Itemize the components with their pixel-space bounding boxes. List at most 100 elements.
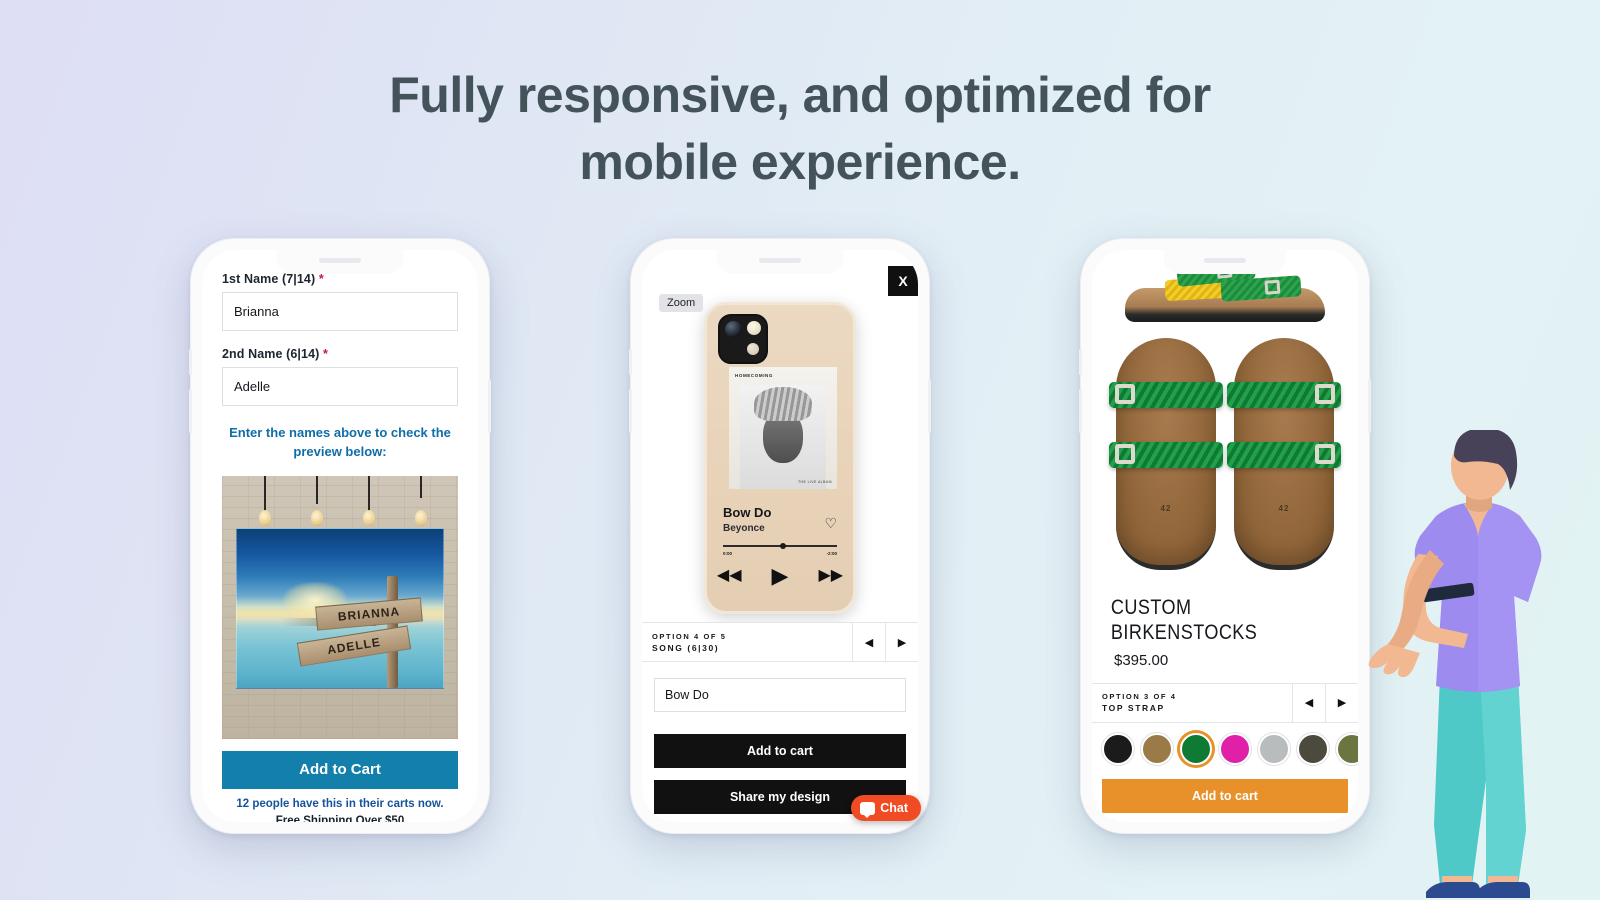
phone3-speaker: [1204, 258, 1246, 263]
sandals-product-image: 42 42: [1092, 250, 1358, 580]
option-name-label-3: TOP STRAP: [1102, 703, 1165, 714]
phone1-volume-up-button[interactable]: [189, 349, 192, 375]
phone3-power-button[interactable]: [1368, 379, 1371, 433]
color-swatch-green-python[interactable]: [1180, 732, 1212, 765]
song-input[interactable]: [654, 678, 906, 712]
second-name-input[interactable]: [222, 367, 458, 406]
phone3-volume-up-button[interactable]: [1079, 349, 1082, 375]
heart-icon: ♡: [824, 515, 837, 531]
product-preview-image: BRIANNA ADELLE: [222, 475, 458, 739]
open-hand: [1368, 644, 1420, 678]
phone-case-product-image: HOMECOMING THE LIVE ALBUM Bow Do Beyonce…: [704, 302, 856, 614]
product-title-line-1: CUSTOM: [1110, 596, 1192, 619]
color-swatch-magenta[interactable]: [1219, 732, 1251, 765]
option-next-button-3[interactable]: ▶: [1325, 683, 1358, 722]
option-name-label-2: SONG (6|30): [652, 642, 720, 653]
headline-line-1: Fully responsive, and optimized for: [389, 67, 1211, 123]
option-next-button-2[interactable]: ▶: [885, 623, 918, 661]
promo-banner: Fully responsive, and optimized for mobi…: [0, 0, 1600, 900]
product-title-3: CUSTOM BIRKENSTOCKS: [1092, 580, 1321, 646]
album-top-label: HOMECOMING: [735, 373, 773, 378]
pants-highlight: [1480, 675, 1526, 885]
second-name-required-icon: *: [322, 347, 328, 361]
zoom-button[interactable]: Zoom: [659, 294, 704, 312]
phone3-screen: 42 42 CUSTOM BIRKENSTOCKS $395.00 OPTION…: [1092, 250, 1358, 822]
color-swatch-row: [1092, 723, 1358, 775]
phone2-speaker: [759, 258, 801, 263]
free-shipping-note: Free Shipping Over $50: [275, 814, 405, 822]
phone1-volume-down-button[interactable]: [189, 389, 192, 433]
add-to-cart-button-1[interactable]: Add to Cart: [222, 750, 458, 789]
color-swatch-tan-python[interactable]: [1141, 732, 1173, 765]
color-swatch-black[interactable]: [1102, 732, 1134, 765]
phone-mockup-2: Zoom X HOMECOMING THE LIVE ALBUM Bow Do …: [629, 238, 931, 834]
phone2-power-button[interactable]: [928, 379, 931, 433]
left-top-strap: [1109, 382, 1223, 408]
preview-hint: Enter the names above to check the previ…: [222, 424, 458, 462]
track-artist: Beyonce: [723, 523, 765, 534]
right-bottom-strap: [1227, 442, 1341, 468]
left-bottom-strap: [1109, 442, 1223, 468]
phone3-volume-down-button[interactable]: [1079, 389, 1082, 433]
camera-lens-icon-2: [747, 321, 761, 335]
preview-hint-line-2: preview below:: [293, 443, 387, 459]
album-cover-art: HOMECOMING THE LIVE ALBUM: [729, 367, 837, 489]
camera-lens-icon-3: [747, 343, 759, 355]
player-controls: ◀◀ ▶ ▶▶: [707, 565, 853, 587]
camera-lens-icon: [725, 321, 742, 338]
phone-mockup-1: 1st Name (7|14) * 2nd Name (6|14) * Ente…: [189, 238, 491, 834]
sandal-pair-top-view: 42 42: [1109, 338, 1341, 570]
time-elapsed: 0:00: [723, 551, 733, 556]
person-holding-phone-illustration: [1368, 430, 1600, 900]
buckle-icon-r1: [1315, 384, 1335, 404]
case-preview-area: Zoom X HOMECOMING THE LIVE ALBUM Bow Do …: [642, 250, 918, 622]
buckle-icon-l1: [1115, 384, 1135, 404]
close-icon[interactable]: X: [888, 266, 918, 296]
chat-button[interactable]: Chat: [851, 795, 921, 821]
progress-knob: [780, 543, 786, 549]
option-text-2: OPTION 4 OF 5 SONG (6|30): [642, 623, 852, 661]
phone1-power-button[interactable]: [488, 379, 491, 433]
first-name-label: 1st Name (7|14) *: [222, 272, 458, 286]
track-progress-bar: [723, 543, 837, 549]
track-title: Bow Do: [723, 505, 772, 520]
sandal-size-left: 42: [1160, 504, 1172, 513]
buckle-icon-2: [1264, 279, 1281, 295]
first-name-label-text: 1st Name (7|14): [222, 272, 316, 286]
left-shoe: [1426, 882, 1480, 898]
option-prev-button-2[interactable]: ◀: [852, 623, 885, 661]
color-swatch-silver[interactable]: [1258, 732, 1290, 765]
color-swatch-dark-olive[interactable]: [1297, 732, 1329, 765]
play-icon: ▶: [771, 563, 789, 588]
phone-mockup-3: 42 42 CUSTOM BIRKENSTOCKS $395.00 OPTION…: [1079, 238, 1371, 834]
add-to-cart-button-3[interactable]: Add to cart: [1102, 778, 1348, 813]
sandal-right: 42: [1227, 338, 1341, 570]
phone2-volume-up-button[interactable]: [629, 349, 632, 375]
shirt-highlight: [1478, 502, 1542, 692]
time-remaining: -2:00: [826, 551, 837, 556]
camera-module-icon: [718, 314, 768, 364]
option-text-3: OPTION 3 OF 4 TOP STRAP: [1092, 684, 1292, 722]
buckle-icon-r2: [1315, 444, 1335, 464]
option-prev-button-3[interactable]: ◀: [1292, 683, 1325, 722]
right-top-strap: [1227, 382, 1341, 408]
phone2-screen: Zoom X HOMECOMING THE LIVE ALBUM Bow Do …: [642, 250, 918, 822]
phone2-volume-down-button[interactable]: [629, 389, 632, 433]
option-step-label-3: OPTION 3 OF 4: [1102, 692, 1177, 702]
headline-line-2: mobile experience.: [579, 133, 1021, 190]
first-name-required-icon: *: [318, 272, 324, 286]
album-portrait: [740, 385, 826, 489]
phone1-screen: 1st Name (7|14) * 2nd Name (6|14) * Ente…: [202, 250, 478, 822]
phone1-content: 1st Name (7|14) * 2nd Name (6|14) * Ente…: [202, 250, 478, 822]
next-track-icon: ▶▶: [818, 567, 844, 584]
preview-hint-line-1: Enter the names above to check the: [229, 425, 451, 440]
song-input-wrap: [642, 662, 918, 712]
first-name-input[interactable]: [222, 292, 458, 331]
right-shoe: [1476, 882, 1530, 898]
add-to-cart-button-2[interactable]: Add to cart: [654, 734, 906, 768]
second-name-label-text: 2nd Name (6|14): [222, 347, 320, 361]
phone1-speaker: [319, 258, 361, 263]
cart-social-proof-note: 12 people have this in their carts now.: [236, 797, 444, 810]
color-swatch-olive-green[interactable]: [1336, 732, 1358, 765]
second-name-label: 2nd Name (6|14) *: [222, 347, 458, 361]
